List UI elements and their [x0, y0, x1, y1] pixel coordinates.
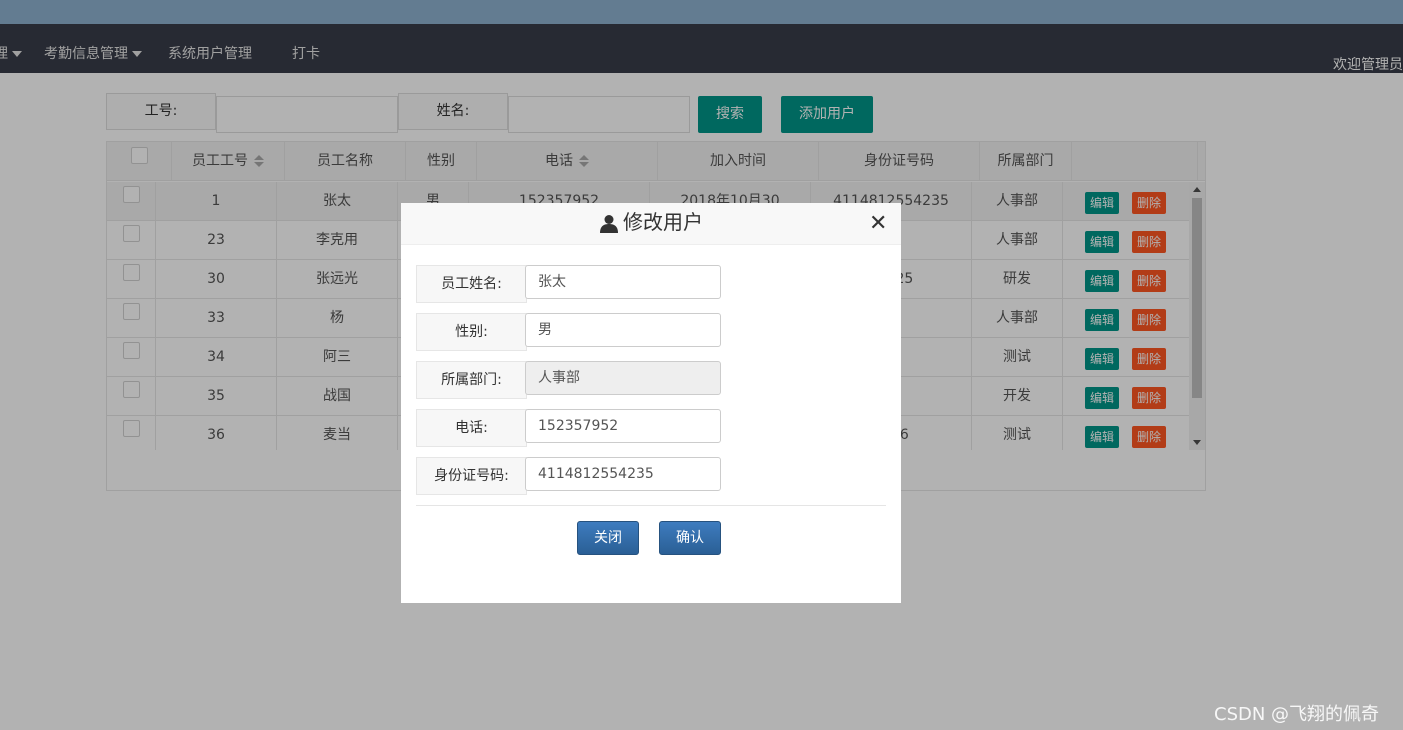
close-button[interactable]: 关闭 [577, 521, 639, 555]
gender-field[interactable]: 男 [525, 313, 721, 347]
field-label-idcard: 身份证号码: [416, 457, 527, 495]
watermark-text: CSDN @飞翔的佩奇 [1214, 704, 1380, 725]
department-field: 人事部 [525, 361, 721, 395]
field-label-name: 员工姓名: [416, 265, 527, 303]
idcard-field[interactable]: 4114812554235 [525, 457, 721, 491]
phone-field[interactable]: 152357952 [525, 409, 721, 443]
modal-title-wrap: 修改用户 [401, 203, 901, 241]
edit-user-modal: 修改用户 ✕ 员工姓名: 张太 性别: 男 所属部门: 人事部 电话: 1523… [401, 203, 901, 603]
modal-header: 修改用户 ✕ [401, 203, 901, 245]
modal-title: 修改用户 [623, 210, 703, 234]
modal-divider [416, 505, 886, 506]
field-label-phone: 电话: [416, 409, 527, 447]
employee-name-field[interactable]: 张太 [525, 265, 721, 299]
user-icon [600, 214, 618, 233]
close-icon[interactable]: ✕ [869, 213, 887, 235]
field-label-dept: 所属部门: [416, 361, 527, 399]
confirm-button[interactable]: 确认 [659, 521, 721, 555]
field-label-gender: 性别: [416, 313, 527, 351]
